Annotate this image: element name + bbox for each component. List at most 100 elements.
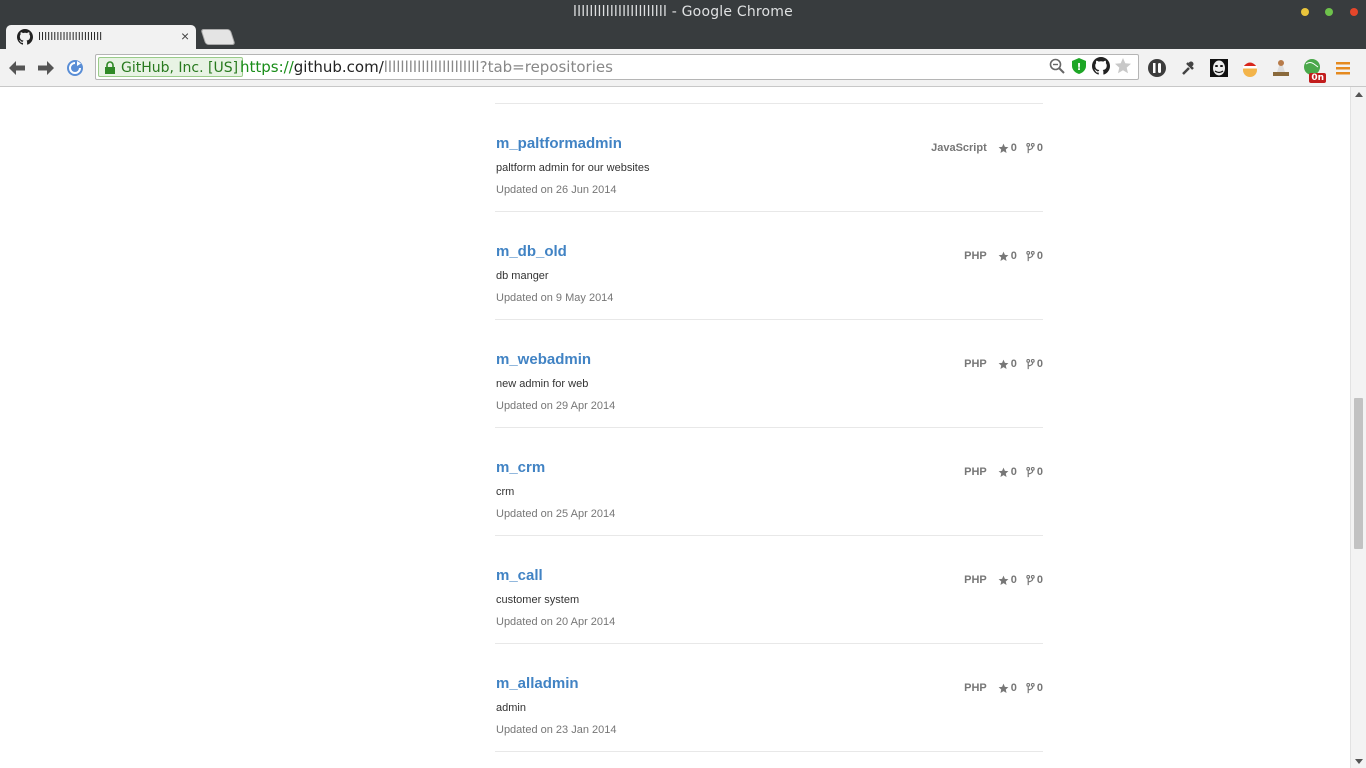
tool-extension-icon[interactable] (1177, 57, 1199, 79)
repo-forks-link[interactable]: 0 (1026, 250, 1043, 262)
vertical-scrollbar[interactable] (1350, 87, 1366, 768)
minimize-button[interactable] (1301, 8, 1309, 16)
repo-stats: PHP 0 0 (964, 466, 1043, 478)
fork-icon (1026, 358, 1035, 369)
repo-stargazers-link[interactable]: 0 (998, 682, 1017, 694)
extension-badge: 0n (1309, 73, 1326, 83)
repo-stats: PHP 0 0 (964, 250, 1043, 262)
repo-star-count: 0 (1010, 574, 1017, 586)
repo-language: JavaScript (931, 142, 987, 154)
browser-toolbar: GitHub, Inc. [US] https://github.com/lll… (0, 49, 1366, 87)
repo-list-item: m_call customer system Updated on 20 Apr… (495, 536, 1043, 644)
repo-fork-count: 0 (1036, 574, 1043, 586)
bookmark-star-icon[interactable] (1114, 57, 1132, 80)
repo-name-link[interactable]: m_db_old (496, 243, 567, 260)
santa-extension-icon[interactable] (1239, 57, 1261, 79)
repo-updated-date: Updated on 29 Apr 2014 (496, 400, 616, 412)
repo-name-link[interactable]: m_paltformadmin (496, 135, 622, 152)
address-bar[interactable]: GitHub, Inc. [US] https://github.com/lll… (95, 54, 1139, 80)
repo-fork-count: 0 (1036, 250, 1043, 262)
repo-forks-link[interactable]: 0 (1026, 466, 1043, 478)
repo-forks-link[interactable]: 0 (1026, 574, 1043, 586)
fork-icon (1026, 142, 1035, 153)
github-favicon-icon (17, 29, 33, 50)
repo-list-item: m_crm crm Updated on 25 Apr 2014 PHP 0 0 (495, 428, 1043, 536)
scrollbar-thumb[interactable] (1354, 398, 1363, 549)
scroll-up-arrow-icon[interactable] (1355, 92, 1363, 97)
fork-icon (1026, 574, 1035, 585)
repo-fork-count: 0 (1036, 682, 1043, 694)
repo-description: new admin for web (496, 378, 589, 390)
github-extension-icon[interactable] (1092, 57, 1110, 80)
repo-star-count: 0 (1010, 358, 1017, 370)
repo-updated-date: Updated on 20 Apr 2014 (496, 616, 616, 628)
forward-icon[interactable] (35, 57, 57, 79)
repo-stargazers-link[interactable]: 0 (998, 250, 1017, 262)
repo-list-item: m_alladmin admin Updated on 23 Jan 2014 … (495, 644, 1043, 752)
scroll-down-arrow-icon[interactable] (1355, 759, 1363, 764)
reload-icon[interactable] (64, 57, 86, 79)
tab-close-button[interactable]: × (181, 28, 189, 44)
repo-description: admin (496, 702, 526, 714)
globe-extension-icon[interactable]: 0n (1301, 57, 1326, 83)
repo-stats: PHP 0 0 (964, 574, 1043, 586)
window-titlebar: lllllllllllllllllllllll - Google Chrome (0, 0, 1366, 24)
repo-list-item: m_db_old db manger Updated on 9 May 2014… (495, 212, 1043, 320)
omnibox-icons: ! (1048, 57, 1132, 80)
star-icon (998, 251, 1009, 261)
repo-list-item: m_webadmin new admin for web Updated on … (495, 320, 1043, 428)
repo-stargazers-link[interactable]: 0 (998, 574, 1017, 586)
tab-title: lllllllllllllllllllll (38, 30, 103, 43)
repo-updated-date: Updated on 9 May 2014 (496, 292, 614, 304)
repo-stargazers-link[interactable]: 0 (998, 142, 1017, 154)
repo-fork-count: 0 (1036, 466, 1043, 478)
ev-certificate-badge[interactable]: GitHub, Inc. [US] (98, 57, 244, 77)
new-tab-button[interactable] (200, 29, 236, 45)
close-window-button[interactable] (1350, 8, 1358, 16)
star-icon (998, 683, 1009, 693)
fork-icon (1026, 466, 1035, 477)
repo-forks-link[interactable]: 0 (1026, 682, 1043, 694)
shield-icon[interactable]: ! (1070, 57, 1088, 80)
repo-name-link[interactable]: m_call (496, 567, 543, 584)
repo-forks-link[interactable]: 0 (1026, 358, 1043, 370)
repo-stats: JavaScript 0 0 (931, 142, 1043, 154)
repo-stargazers-link[interactable]: 0 (998, 358, 1017, 370)
page-content: m_paltformadmin paltform admin for our w… (0, 87, 1350, 768)
window-title: lllllllllllllllllllllll - Google Chrome (573, 4, 793, 20)
repo-language: PHP (964, 358, 987, 370)
pause-extension-icon[interactable] (1146, 57, 1168, 79)
star-icon (998, 575, 1009, 585)
repo-stats: PHP 0 0 (964, 682, 1043, 694)
repo-list-item: m_paltformadmin paltform admin for our w… (495, 104, 1043, 212)
figure-extension-icon[interactable] (1270, 57, 1292, 79)
ev-label: GitHub, Inc. [US] (121, 60, 239, 76)
lock-icon (104, 61, 116, 81)
star-icon (998, 143, 1009, 153)
repo-language: PHP (964, 682, 987, 694)
star-icon (998, 467, 1009, 477)
fork-icon (1026, 250, 1035, 261)
maximize-button[interactable] (1325, 8, 1333, 16)
star-icon (998, 359, 1009, 369)
repo-name-link[interactable]: m_webadmin (496, 351, 591, 368)
url-text[interactable]: https://github.com/lllllllllllllllllllll… (240, 58, 613, 76)
zoom-icon[interactable] (1048, 57, 1066, 80)
repo-description: db manger (496, 270, 549, 282)
repo-name-link[interactable]: m_crm (496, 459, 545, 476)
repo-language: PHP (964, 466, 987, 478)
repo-star-count: 0 (1010, 250, 1017, 262)
url-path: lllllllllllllllllllllll?tab=repositories (383, 58, 613, 76)
repo-forks-link[interactable]: 0 (1026, 142, 1043, 154)
svg-text:!: ! (1077, 62, 1082, 73)
tab-github[interactable]: lllllllllllllllllllll × (6, 25, 196, 49)
repo-description: crm (496, 486, 515, 498)
repo-stargazers-link[interactable]: 0 (998, 466, 1017, 478)
chrome-menu-icon[interactable] (1332, 57, 1354, 79)
repo-name-link[interactable]: m_alladmin (496, 675, 579, 692)
repo-updated-date: Updated on 23 Jan 2014 (496, 724, 617, 736)
tab-strip: lllllllllllllllllllll × (0, 24, 1366, 49)
mask-extension-icon[interactable] (1208, 57, 1230, 79)
back-icon[interactable] (6, 57, 28, 79)
repo-star-count: 0 (1010, 142, 1017, 154)
